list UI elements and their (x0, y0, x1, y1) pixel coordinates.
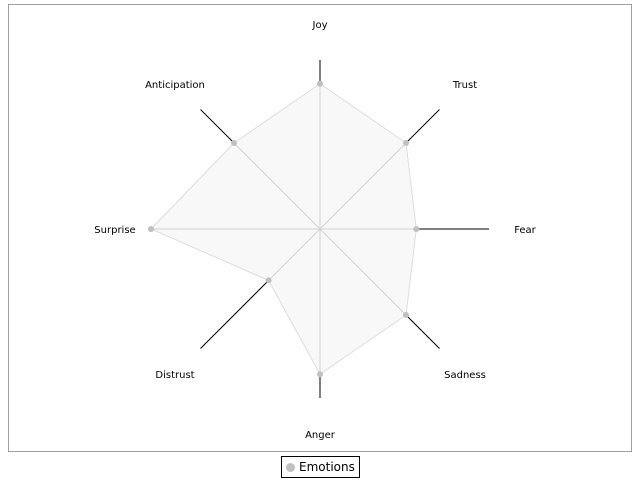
legend-marker-icon (286, 462, 295, 472)
series-area-emotions (150, 83, 417, 376)
data-point-anticipation (231, 140, 237, 146)
axis-label-sadness: Sadness (444, 370, 486, 381)
axis-label-joy: Joy (312, 20, 328, 31)
data-point-distrust (265, 277, 272, 284)
radar-chart: Joy Trust Fear Sadness Anger Distrust Surprise… (94, 20, 536, 441)
data-point-sadness (403, 312, 409, 318)
legend-label: Emotions (299, 460, 355, 474)
data-point-joy (317, 80, 323, 87)
axis-label-anger: Anger (305, 430, 336, 441)
data-point-trust (403, 140, 409, 146)
axis-label-fear: Fear (514, 225, 536, 236)
data-point-anger (317, 371, 323, 378)
axis-label-trust: Trust (452, 80, 477, 91)
data-point-surprise (148, 226, 154, 232)
series-area-layer (150, 83, 417, 376)
axis-label-distrust: Distrust (155, 370, 194, 381)
data-point-fear (413, 226, 420, 232)
axis-label-anticipation: Anticipation (145, 80, 205, 91)
legend: Emotions (281, 456, 360, 478)
axis-label-surprise: Surprise (94, 225, 135, 236)
